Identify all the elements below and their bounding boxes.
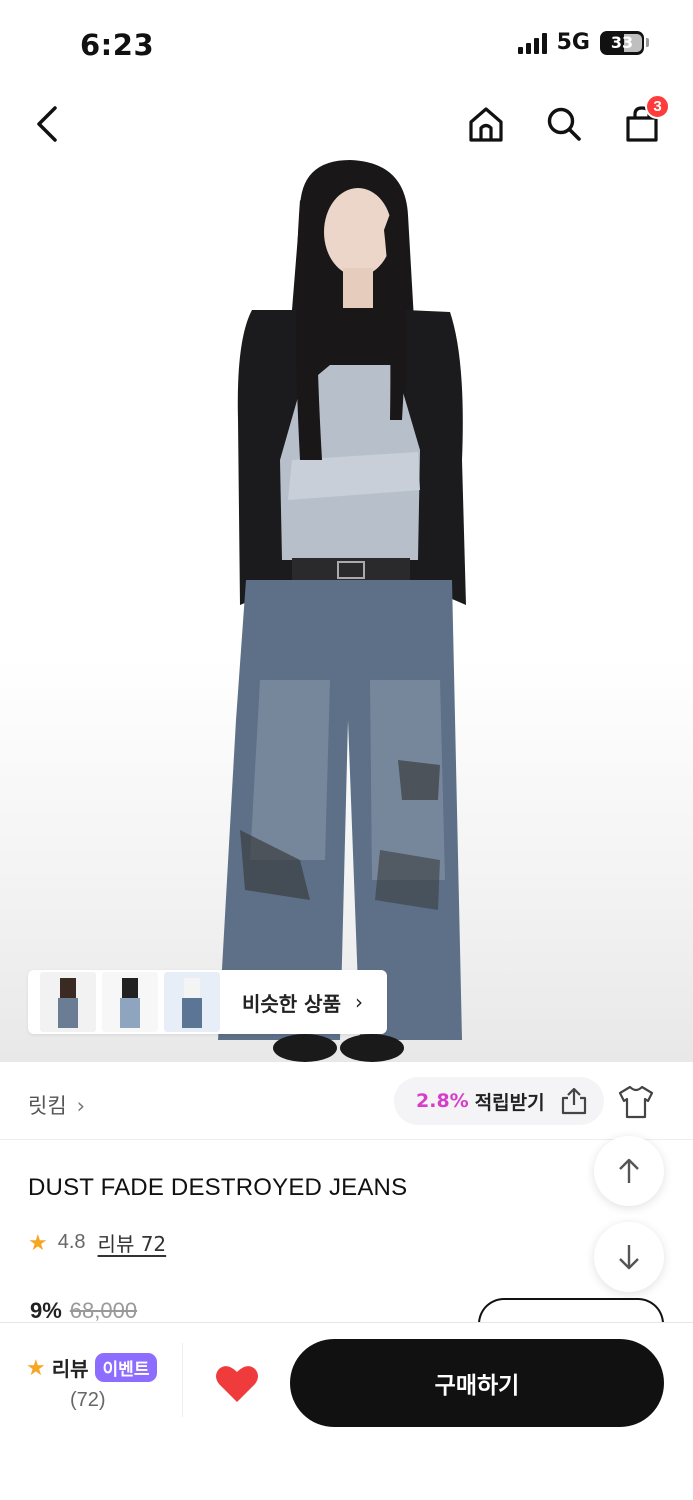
rating-row: ★ 4.8 리뷰 72 bbox=[28, 1228, 166, 1257]
review-label: 리뷰 bbox=[51, 1357, 89, 1381]
similar-products-label: 비슷한 상품 bbox=[242, 991, 341, 1016]
status-time: 6:23 bbox=[80, 28, 155, 62]
similar-thumb[interactable] bbox=[164, 972, 220, 1032]
like-button[interactable] bbox=[214, 1361, 260, 1407]
scroll-bottom-button[interactable] bbox=[594, 1222, 664, 1292]
home-icon bbox=[469, 107, 503, 142]
product-title: DUST FADE DESTROYED JEANS bbox=[28, 1174, 408, 1201]
chevron-right-icon: › bbox=[354, 990, 363, 1014]
signal-icon bbox=[517, 32, 547, 54]
points-button[interactable]: 2.8% 적립받기 bbox=[394, 1077, 604, 1125]
heart-icon bbox=[216, 1366, 258, 1402]
status-bar: 6:23 5G 33 bbox=[0, 0, 693, 92]
arrow-up-icon bbox=[619, 1158, 639, 1183]
brand-link[interactable]: 릿킴 › bbox=[28, 1090, 85, 1120]
review-count: (72) bbox=[70, 1389, 106, 1411]
cart-button[interactable]: 3 bbox=[618, 94, 670, 148]
scroll-top-button[interactable] bbox=[594, 1136, 664, 1206]
back-button[interactable] bbox=[24, 100, 72, 148]
home-button[interactable] bbox=[462, 100, 510, 148]
cart-count-badge: 3 bbox=[645, 94, 670, 119]
original-price: 68,000 bbox=[69, 1298, 138, 1323]
fitting-button[interactable] bbox=[616, 1082, 656, 1122]
price-row: 9% 68,000 bbox=[30, 1298, 137, 1324]
search-button[interactable] bbox=[540, 100, 588, 148]
status-indicators: 5G 33 bbox=[517, 30, 649, 55]
battery-level: 33 bbox=[610, 33, 634, 52]
top-nav: 3 bbox=[0, 92, 693, 158]
product-image[interactable] bbox=[0, 160, 693, 1062]
review-link[interactable]: 리뷰 72 bbox=[98, 1228, 167, 1257]
share-icon[interactable] bbox=[559, 1086, 589, 1116]
network-type: 5G bbox=[556, 30, 590, 55]
review-summary-button[interactable]: ★ 리뷰 이벤트 bbox=[26, 1353, 158, 1382]
brand-row: 릿킴 › 2.8% 적립받기 bbox=[0, 1062, 693, 1140]
battery-icon: 33 bbox=[600, 30, 644, 55]
points-rate: 2.8% bbox=[416, 1090, 469, 1112]
chevron-left-icon bbox=[37, 106, 57, 142]
search-icon bbox=[547, 107, 581, 141]
points-label: 적립받기 bbox=[474, 1091, 545, 1114]
brand-name: 릿킴 bbox=[28, 1094, 67, 1118]
bottom-action-bar: ★ 리뷰 이벤트 (72) 구매하기 bbox=[0, 1322, 693, 1500]
clothing-icon bbox=[618, 1085, 654, 1119]
rating-value: 4.8 bbox=[57, 1231, 86, 1253]
discount-rate: 9% bbox=[30, 1298, 62, 1323]
similar-thumb[interactable] bbox=[40, 972, 96, 1032]
buy-button[interactable]: 구매하기 bbox=[290, 1339, 664, 1427]
battery-cap bbox=[646, 38, 649, 47]
similar-products-card[interactable]: 비슷한 상품 › bbox=[28, 970, 387, 1034]
similar-thumb[interactable] bbox=[102, 972, 158, 1032]
arrow-down-icon bbox=[619, 1245, 639, 1270]
star-icon: ★ bbox=[26, 1354, 46, 1380]
event-badge: 이벤트 bbox=[94, 1353, 158, 1382]
model-photo bbox=[218, 160, 466, 1062]
divider bbox=[182, 1343, 183, 1417]
star-icon: ★ bbox=[28, 1229, 48, 1255]
chevron-right-icon: › bbox=[76, 1094, 86, 1118]
